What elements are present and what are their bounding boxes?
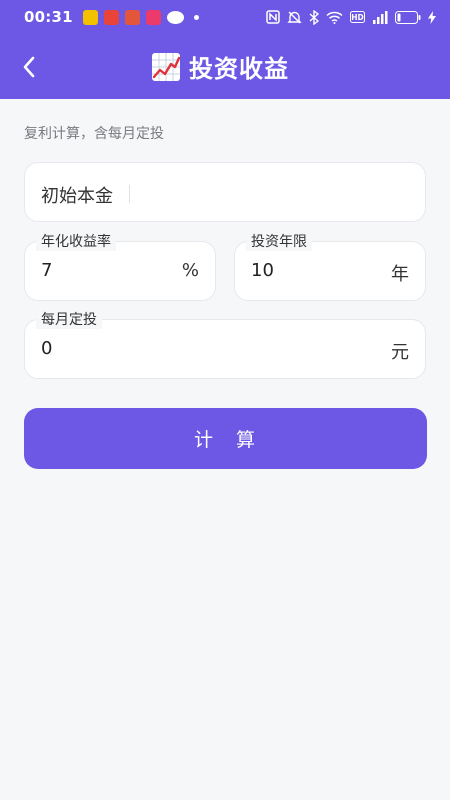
bluetooth-icon [309, 9, 319, 25]
wifi-icon [326, 11, 343, 24]
chart-increasing-icon [152, 52, 181, 81]
status-time: 00:31 [24, 8, 73, 26]
percent-suffix: % [181, 260, 199, 281]
status-bar: 00:31 HD [0, 0, 450, 34]
mute-icon [287, 11, 302, 23]
calculate-button[interactable]: 计 算 [24, 408, 427, 469]
shop-icon [124, 9, 140, 25]
principal-field[interactable]: 初始本金 [24, 162, 426, 222]
yuan-suffix: 元 [391, 342, 409, 363]
text-cursor [129, 185, 130, 203]
page-title: 投资收益 [189, 55, 289, 83]
annual-return-value: 7 [41, 260, 53, 281]
charging-icon [428, 10, 436, 24]
app-icon [82, 9, 98, 25]
principal-placeholder: 初始本金 [41, 186, 113, 207]
system-indicators: HD [266, 9, 436, 25]
monthly-investment-value: 0 [41, 338, 53, 359]
app-bar: 投资收益 [0, 34, 450, 99]
svg-text:HD: HD [351, 13, 364, 22]
hd-icon: HD [350, 11, 365, 23]
page-title-group: 投资收益 [0, 34, 450, 99]
monthly-investment-label: 每月定投 [36, 311, 102, 329]
investment-years-label: 投资年限 [246, 233, 312, 251]
investment-years-field[interactable]: 投资年限 10 年 [234, 233, 426, 301]
investment-years-value: 10 [251, 260, 274, 281]
form-description: 复利计算，含每月定投 [24, 126, 164, 142]
nfc-icon [266, 10, 280, 24]
wechat-icon [166, 10, 184, 24]
music-icon [145, 9, 161, 25]
battery-icon [395, 10, 421, 24]
signal-icon [373, 10, 388, 24]
video-icon [103, 9, 119, 25]
monthly-investment-field[interactable]: 每月定投 0 元 [24, 311, 426, 379]
annual-return-field[interactable]: 年化收益率 7 % [24, 233, 216, 301]
years-suffix: 年 [391, 264, 409, 285]
annual-return-label: 年化收益率 [36, 233, 116, 251]
notification-icons [82, 9, 199, 25]
more-notifications-dot [193, 14, 199, 20]
